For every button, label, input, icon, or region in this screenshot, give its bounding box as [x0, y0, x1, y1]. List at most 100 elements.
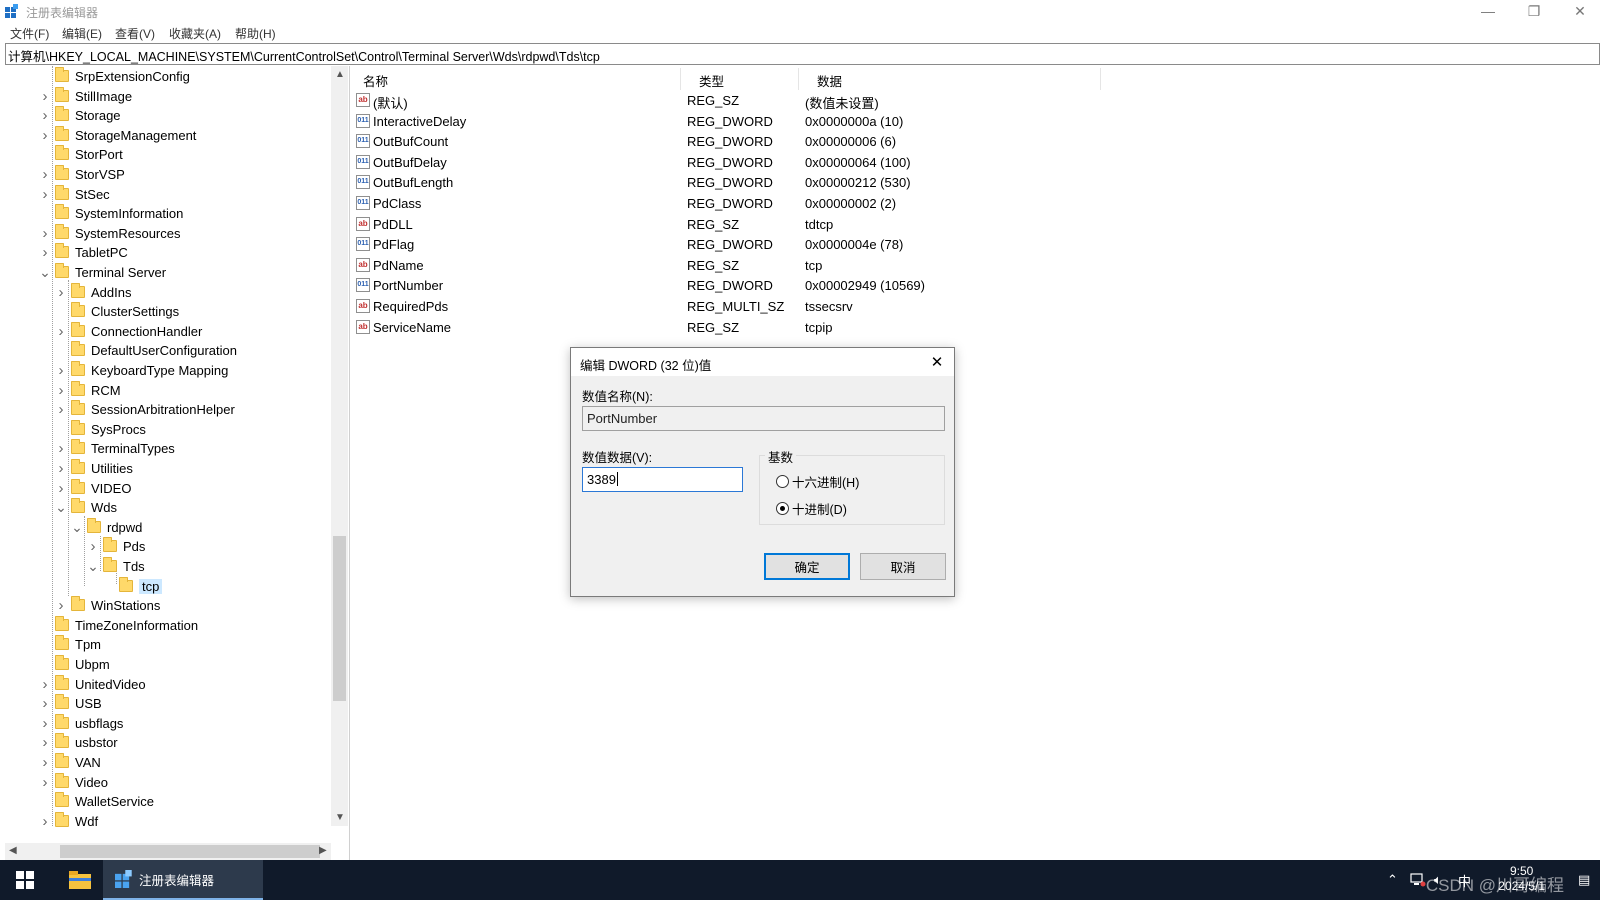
tree-node-terminal-server[interactable]: ⌄ Terminal Server	[39, 262, 166, 282]
radio-hexadecimal[interactable]: 十六进制(H)	[776, 472, 859, 491]
chevron-right-icon[interactable]: ›	[39, 732, 51, 752]
chevron-right-icon[interactable]: ›	[55, 458, 67, 478]
dialog-close-button[interactable]: ✕	[920, 348, 954, 376]
chevron-right-icon[interactable]: ›	[55, 360, 67, 380]
chevron-down-icon[interactable]: ⌄	[87, 556, 99, 576]
regedit-taskbar-button[interactable]: 注册表编辑器	[103, 860, 263, 900]
chevron-right-icon[interactable]: ›	[39, 674, 51, 694]
chevron-right-icon[interactable]: ›	[39, 713, 51, 733]
tree-node-sessionarbitrationhelper[interactable]: › SessionArbitrationHelper	[55, 399, 235, 419]
menu-file[interactable]: 文件(F)	[10, 25, 49, 42]
value-row[interactable]: 011 PdFlag REG_DWORD 0x0000004e (78)	[355, 234, 1105, 255]
tree-node-stillimage[interactable]: › StillImage	[39, 86, 132, 106]
column-divider[interactable]	[798, 68, 799, 90]
scrollbar-thumb[interactable]	[60, 845, 320, 858]
tree-node-systemresources[interactable]: › SystemResources	[39, 223, 180, 243]
tree-node-addins[interactable]: › AddIns	[55, 282, 131, 302]
chevron-right-icon[interactable]: ›	[55, 478, 67, 498]
chevron-right-icon[interactable]: ›	[55, 380, 67, 400]
minimize-button[interactable]: —	[1465, 0, 1511, 22]
chevron-right-icon[interactable]: ›	[39, 184, 51, 204]
chevron-right-icon[interactable]: ›	[39, 811, 51, 831]
value-row[interactable]: ab PdName REG_SZ tcp	[355, 255, 1105, 276]
tree-node-storage[interactable]: › Storage	[39, 105, 121, 125]
tree-node-walletservice[interactable]: WalletService	[39, 791, 154, 811]
menu-favorites[interactable]: 收藏夹(A)	[169, 25, 221, 42]
tree-node-rdpwd[interactable]: ⌄ rdpwd	[71, 517, 142, 537]
column-header-data[interactable]: 数据	[817, 71, 842, 90]
scroll-down-arrow-icon[interactable]: ▼	[335, 812, 345, 823]
column-divider[interactable]	[680, 68, 681, 90]
close-window-button[interactable]: ✕	[1557, 0, 1600, 22]
tree-node-unitedvideo[interactable]: › UnitedVideo	[39, 674, 146, 694]
tree-node-connectionhandler[interactable]: › ConnectionHandler	[55, 321, 202, 341]
tree-node-tcp[interactable]: tcp	[103, 576, 163, 596]
tree-node-usbflags[interactable]: › usbflags	[39, 713, 123, 733]
chevron-right-icon[interactable]: ›	[39, 86, 51, 106]
column-header-name[interactable]: 名称	[363, 71, 388, 90]
menu-edit[interactable]: 编辑(E)	[62, 25, 102, 42]
chevron-right-icon[interactable]: ›	[55, 399, 67, 419]
value-data-input[interactable]: 3389	[582, 467, 743, 492]
value-row[interactable]: ab (默认) REG_SZ (数值未设置)	[355, 90, 1105, 111]
scroll-right-arrow-icon[interactable]: ▶	[319, 845, 327, 856]
radio-decimal[interactable]: 十进制(D)	[776, 499, 847, 518]
chevron-right-icon[interactable]: ›	[39, 105, 51, 125]
tree-node-video[interactable]: › Video	[39, 772, 108, 792]
chevron-down-icon[interactable]: ⌄	[55, 497, 67, 517]
tree-node-video[interactable]: › VIDEO	[55, 478, 131, 498]
value-row[interactable]: 011 PdClass REG_DWORD 0x00000002 (2)	[355, 193, 1105, 214]
chevron-right-icon[interactable]: ›	[39, 752, 51, 772]
tree-node-systeminformation[interactable]: SystemInformation	[39, 203, 183, 223]
menu-view[interactable]: 查看(V)	[115, 25, 155, 42]
tree-node-tpm[interactable]: Tpm	[39, 634, 101, 654]
scroll-up-arrow-icon[interactable]: ▲	[335, 69, 345, 80]
cancel-button[interactable]: 取消	[860, 553, 946, 580]
chevron-right-icon[interactable]: ›	[39, 164, 51, 184]
value-row[interactable]: 011 OutBufDelay REG_DWORD 0x00000064 (100)	[355, 152, 1105, 173]
chevron-right-icon[interactable]: ›	[55, 282, 67, 302]
tree-node-storagemanagement[interactable]: › StorageManagement	[39, 125, 196, 145]
column-divider[interactable]	[1100, 68, 1101, 90]
value-row[interactable]: 011 InteractiveDelay REG_DWORD 0x0000000a (…	[355, 111, 1105, 132]
tree-node-van[interactable]: › VAN	[39, 752, 101, 772]
chevron-right-icon[interactable]: ›	[87, 536, 99, 556]
value-row[interactable]: 011 OutBufLength REG_DWORD 0x00000212 (530)	[355, 172, 1105, 193]
tree-node-winstations[interactable]: › WinStations	[55, 595, 160, 615]
tree-node-timezoneinformation[interactable]: TimeZoneInformation	[39, 615, 198, 635]
tree-node-defaultuserconfiguration[interactable]: DefaultUserConfiguration	[55, 340, 237, 360]
tree-node-keyboardtype-mapping[interactable]: › KeyboardType Mapping	[55, 360, 228, 380]
menu-help[interactable]: 帮助(H)	[235, 25, 276, 42]
tree-node-ubpm[interactable]: Ubpm	[39, 654, 110, 674]
tree-node-pds[interactable]: › Pds	[87, 536, 145, 556]
chevron-right-icon[interactable]: ›	[55, 438, 67, 458]
tree-node-sysprocs[interactable]: SysProcs	[55, 419, 146, 439]
chevron-down-icon[interactable]: ⌄	[71, 517, 83, 537]
chevron-right-icon[interactable]: ›	[55, 595, 67, 615]
tree-node-stsec[interactable]: › StSec	[39, 184, 110, 204]
tree-node-utilities[interactable]: › Utilities	[55, 458, 133, 478]
tree-node-terminaltypes[interactable]: › TerminalTypes	[55, 438, 175, 458]
restore-button[interactable]: ❐	[1511, 0, 1557, 22]
chevron-right-icon[interactable]: ›	[39, 223, 51, 243]
chevron-right-icon[interactable]: ›	[39, 772, 51, 792]
start-button[interactable]	[0, 860, 50, 900]
column-header-type[interactable]: 类型	[699, 71, 724, 90]
ok-button[interactable]: 确定	[764, 553, 850, 580]
tree-node-usbstor[interactable]: › usbstor	[39, 732, 118, 752]
value-row[interactable]: ab ServiceName REG_SZ tcpip	[355, 317, 1105, 338]
tree-node-usb[interactable]: › USB	[39, 693, 102, 713]
value-row[interactable]: ab RequiredPds REG_MULTI_SZ tssecsrv	[355, 296, 1105, 317]
chevron-right-icon[interactable]: ›	[39, 125, 51, 145]
scrollbar-thumb[interactable]	[333, 536, 346, 701]
value-row[interactable]: 011 OutBufCount REG_DWORD 0x00000006 (6)	[355, 131, 1105, 152]
value-name-field[interactable]: PortNumber	[582, 406, 945, 431]
tree-node-tabletpc[interactable]: › TabletPC	[39, 242, 128, 262]
chevron-right-icon[interactable]: ›	[55, 321, 67, 341]
tree-node-srpextensionconfig[interactable]: SrpExtensionConfig	[39, 66, 190, 86]
tree-node-storport[interactable]: StorPort	[39, 144, 123, 164]
chevron-right-icon[interactable]: ›	[39, 242, 51, 262]
tree-horizontal-scrollbar[interactable]: ◀ ▶	[5, 843, 331, 860]
network-tray-icon[interactable]	[1410, 860, 1426, 900]
address-bar[interactable]: 计算机\HKEY_LOCAL_MACHINE\SYSTEM\CurrentCon…	[5, 43, 1600, 65]
